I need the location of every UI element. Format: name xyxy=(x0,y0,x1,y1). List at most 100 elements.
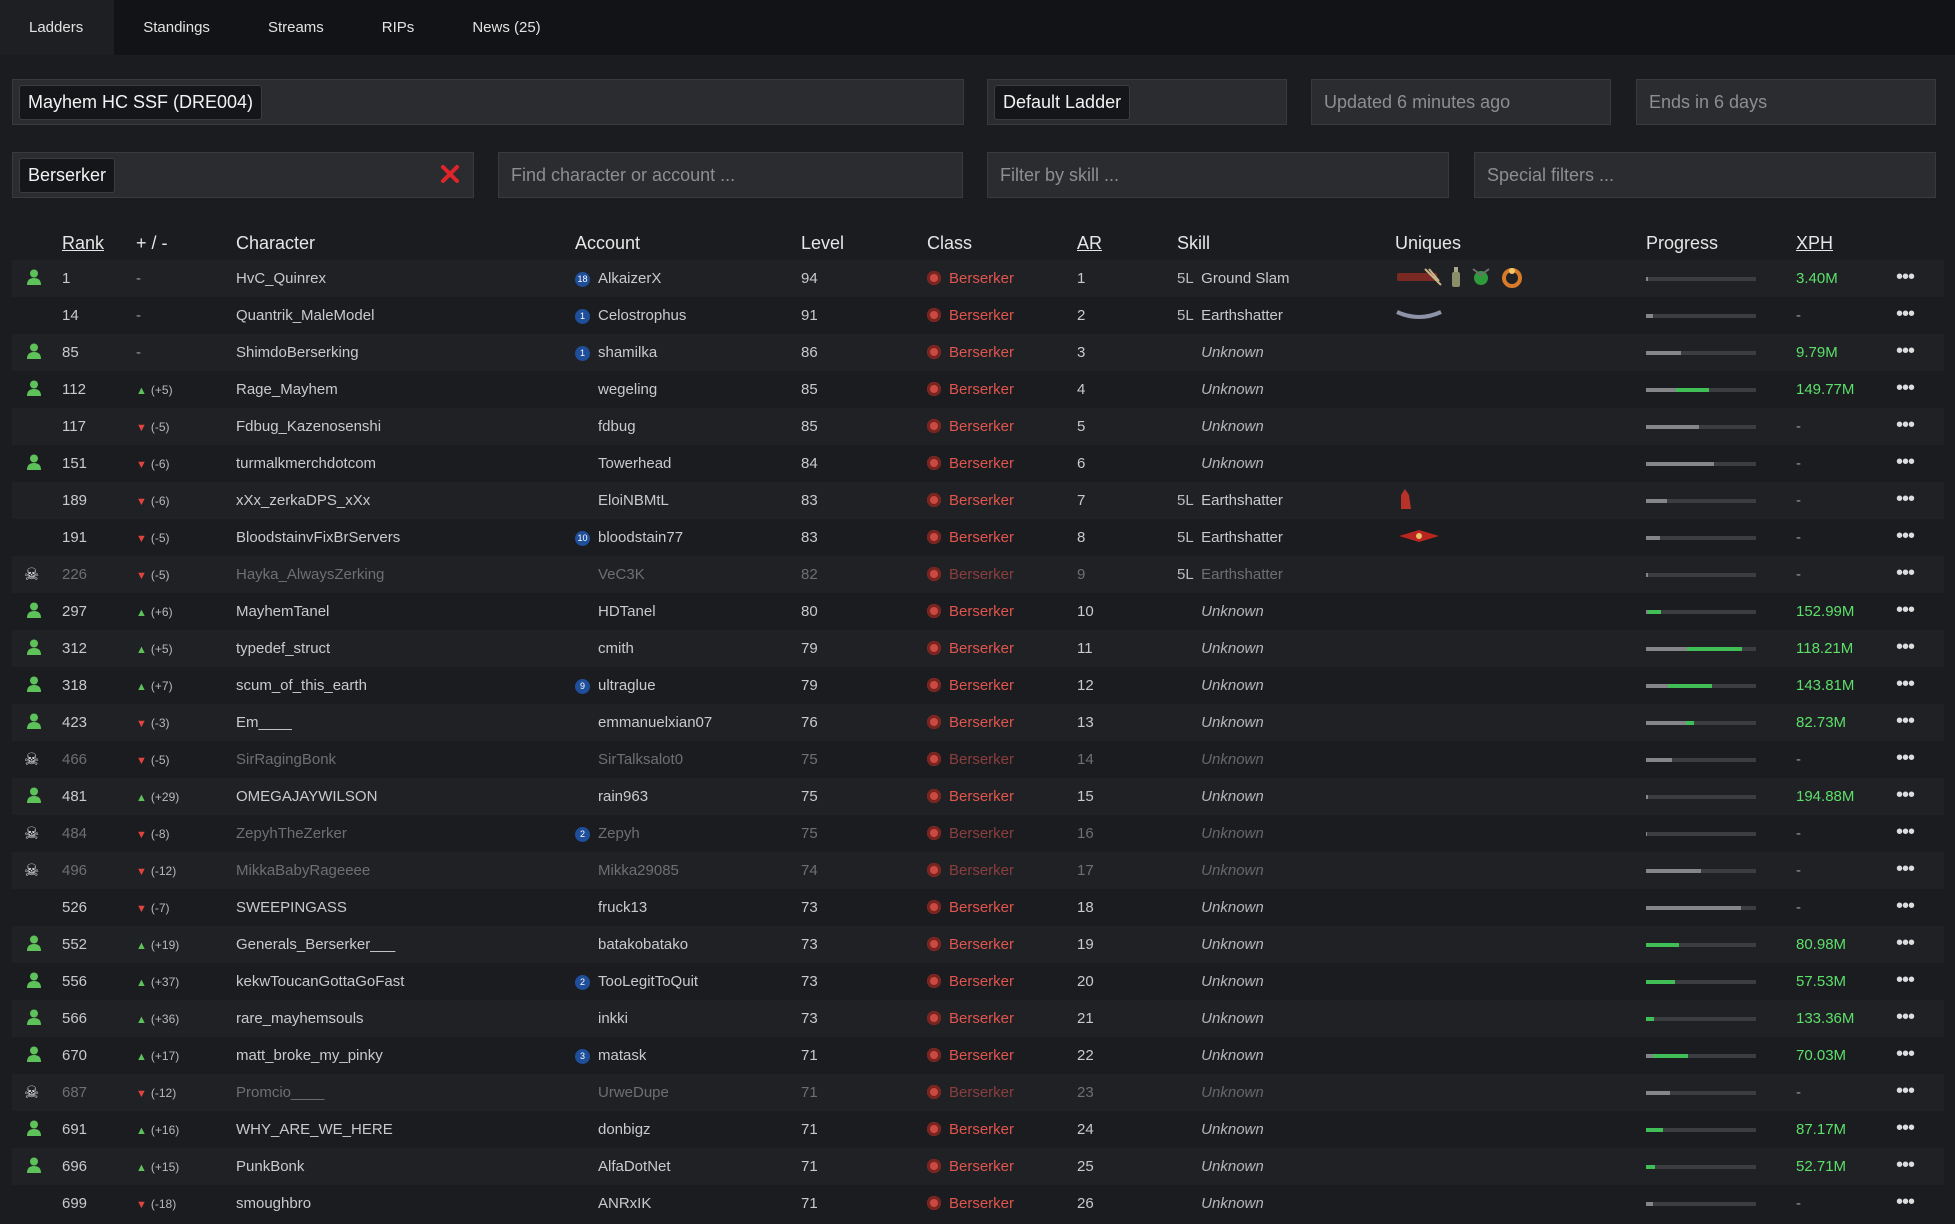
character-cell[interactable]: MikkaBabyRageeee xyxy=(236,852,575,889)
tab-news[interactable]: News (25) xyxy=(443,0,569,55)
unique-item-icon[interactable] xyxy=(1499,265,1525,293)
more-options-icon[interactable]: ••• xyxy=(1896,525,1915,547)
character-cell[interactable]: typedef_struct xyxy=(236,630,575,667)
character-name[interactable]: WHY_ARE_WE_HERE xyxy=(236,1121,393,1138)
account-cell[interactable]: AlfaDotNet xyxy=(575,1148,801,1185)
more-options-icon[interactable]: ••• xyxy=(1896,340,1915,362)
more-options-icon[interactable]: ••• xyxy=(1896,858,1915,880)
table-row[interactable]: 552 ▲ (+19) Generals_Berserker___ batakobata… xyxy=(12,926,1944,963)
table-row[interactable]: 699 ▼ (-18) smoughbro ANRxIK 71 Berserker 26 Un… xyxy=(12,1185,1944,1222)
account-name[interactable]: batakobatako xyxy=(598,936,688,953)
character-name[interactable]: turmalkmerchdotcom xyxy=(236,455,376,472)
account-cell[interactable]: 3 matask xyxy=(575,1037,801,1074)
account-cell[interactable]: donbigz xyxy=(575,1111,801,1148)
character-name[interactable]: Generals_Berserker___ xyxy=(236,936,395,953)
account-cell[interactable]: UrweDupe xyxy=(575,1074,801,1111)
account-cell[interactable]: SirTalksalot0 xyxy=(575,741,801,778)
more-options-icon[interactable]: ••• xyxy=(1896,599,1915,621)
more-options-icon[interactable]: ••• xyxy=(1896,747,1915,769)
table-row[interactable]: 117 ▼ (-5) Fdbug_Kazenosenshi fdbug 85 Berserk… xyxy=(12,408,1944,445)
character-cell[interactable]: scum_of_this_earth xyxy=(236,667,575,704)
account-cell[interactable]: fdbug xyxy=(575,408,801,445)
tab-standings[interactable]: Standings xyxy=(114,0,239,55)
character-name[interactable]: MayhemTanel xyxy=(236,603,329,620)
character-cell[interactable]: ZepyhTheZerker xyxy=(236,815,575,852)
rank-header[interactable]: Rank xyxy=(62,226,136,260)
table-row[interactable]: ☠ 484 ▼ (-8) ZepyhTheZerker 2 Zepyh 75 Berserker… xyxy=(12,815,1944,852)
account-name[interactable]: Celostrophus xyxy=(598,307,686,324)
character-cell[interactable]: Rage_Mayhem xyxy=(236,371,575,408)
character-name[interactable]: SirRagingBonk xyxy=(236,751,336,768)
character-name[interactable]: typedef_struct xyxy=(236,640,330,657)
more-options-icon[interactable]: ••• xyxy=(1896,451,1915,473)
xph-header[interactable]: XPH xyxy=(1796,226,1896,260)
account-name[interactable]: AlkaizerX xyxy=(598,270,661,287)
account-cell[interactable]: cmith xyxy=(575,630,801,667)
actions-cell[interactable]: ••• xyxy=(1896,260,1944,297)
actions-cell[interactable]: ••• xyxy=(1896,704,1944,741)
ladder-select[interactable]: Default Ladder xyxy=(987,79,1287,125)
account-cell[interactable]: 1 Celostrophus xyxy=(575,297,801,334)
character-name[interactable]: matt_broke_my_pinky xyxy=(236,1047,383,1064)
character-cell[interactable]: ShimdoBerserking xyxy=(236,334,575,371)
account-cell[interactable]: batakobatako xyxy=(575,926,801,963)
account-cell[interactable]: emmanuelxian07 xyxy=(575,704,801,741)
character-name[interactable]: PunkBonk xyxy=(236,1158,304,1175)
account-name[interactable]: matask xyxy=(598,1047,646,1064)
actions-cell[interactable]: ••• xyxy=(1896,778,1944,815)
table-row[interactable]: 312 ▲ (+5) typedef_struct cmith 79 Berserker 11… xyxy=(12,630,1944,667)
table-row[interactable]: 526 ▼ (-7) SWEEPINGASS fruck13 73 Berserker 18 … xyxy=(12,889,1944,926)
class-filter[interactable]: Berserker xyxy=(12,152,474,198)
account-cell[interactable]: Mikka29085 xyxy=(575,852,801,889)
skill-filter-input[interactable] xyxy=(988,163,1448,187)
account-cell[interactable]: 1 shamilka xyxy=(575,334,801,371)
account-cell[interactable]: HDTanel xyxy=(575,593,801,630)
more-options-icon[interactable]: ••• xyxy=(1896,673,1915,695)
table-row[interactable]: 189 ▼ (-6) xXx_zerkaDPS_xXx EloiNBMtL 83 Berse… xyxy=(12,482,1944,519)
actions-cell[interactable]: ••• xyxy=(1896,963,1944,1000)
account-name[interactable]: UrweDupe xyxy=(598,1084,669,1101)
table-row[interactable]: 191 ▼ (-5) BloodstainvFixBrServers 10 bloodst… xyxy=(12,519,1944,556)
more-options-icon[interactable]: ••• xyxy=(1896,377,1915,399)
character-name[interactable]: rare_mayhemsouls xyxy=(236,1010,364,1027)
actions-cell[interactable]: ••• xyxy=(1896,482,1944,519)
character-name[interactable]: HvC_Quinrex xyxy=(236,270,326,287)
tab-rips[interactable]: RIPs xyxy=(353,0,444,55)
account-name[interactable]: VeC3K xyxy=(598,566,645,583)
character-cell[interactable]: WHY_ARE_WE_HERE xyxy=(236,1111,575,1148)
actions-cell[interactable]: ••• xyxy=(1896,519,1944,556)
account-cell[interactable]: rain963 xyxy=(575,778,801,815)
table-row[interactable]: 423 ▼ (-3) Em____ emmanuelxian07 76 Berserker 1… xyxy=(12,704,1944,741)
account-name[interactable]: cmith xyxy=(598,640,634,657)
unique-item-icon[interactable] xyxy=(1395,487,1417,515)
table-row[interactable]: 151 ▼ (-6) turmalkmerchdotcom Towerhead 84 Ber… xyxy=(12,445,1944,482)
more-options-icon[interactable]: ••• xyxy=(1896,1191,1915,1213)
actions-cell[interactable]: ••• xyxy=(1896,1185,1944,1222)
table-row[interactable]: 85- ShimdoBerserking 1 shamilka 86 Berserker 3… xyxy=(12,334,1944,371)
skill-filter[interactable] xyxy=(987,152,1449,198)
account-name[interactable]: bloodstain77 xyxy=(598,529,683,546)
character-name[interactable]: BloodstainvFixBrServers xyxy=(236,529,400,546)
account-name[interactable]: rain963 xyxy=(598,788,648,805)
character-name[interactable]: Fdbug_Kazenosenshi xyxy=(236,418,381,435)
more-options-icon[interactable]: ••• xyxy=(1896,488,1915,510)
character-cell[interactable]: xXx_zerkaDPS_xXx xyxy=(236,482,575,519)
character-cell[interactable]: PunkBonk xyxy=(236,1148,575,1185)
character-name[interactable]: SWEEPINGASS xyxy=(236,899,347,916)
character-name[interactable]: scum_of_this_earth xyxy=(236,677,367,694)
table-row[interactable]: 297 ▲ (+6) MayhemTanel HDTanel 80 Berserker 10 … xyxy=(12,593,1944,630)
character-name[interactable]: Quantrik_MaleModel xyxy=(236,307,374,324)
more-options-icon[interactable]: ••• xyxy=(1896,710,1915,732)
character-name[interactable]: smoughbro xyxy=(236,1195,311,1212)
table-row[interactable]: 1- HvC_Quinrex 18 AlkaizerX 94 Berserker 1 5L G… xyxy=(12,260,1944,297)
actions-cell[interactable]: ••• xyxy=(1896,889,1944,926)
character-name[interactable]: ZepyhTheZerker xyxy=(236,825,347,842)
account-name[interactable]: donbigz xyxy=(598,1121,651,1138)
more-options-icon[interactable]: ••• xyxy=(1896,1043,1915,1065)
more-options-icon[interactable]: ••• xyxy=(1896,562,1915,584)
actions-cell[interactable]: ••• xyxy=(1896,445,1944,482)
actions-cell[interactable]: ••• xyxy=(1896,1000,1944,1037)
account-cell[interactable]: wegeling xyxy=(575,371,801,408)
character-search[interactable] xyxy=(498,152,963,198)
table-row[interactable]: ☠ 466 ▼ (-5) SirRagingBonk SirTalksalot0 75 Ber… xyxy=(12,741,1944,778)
